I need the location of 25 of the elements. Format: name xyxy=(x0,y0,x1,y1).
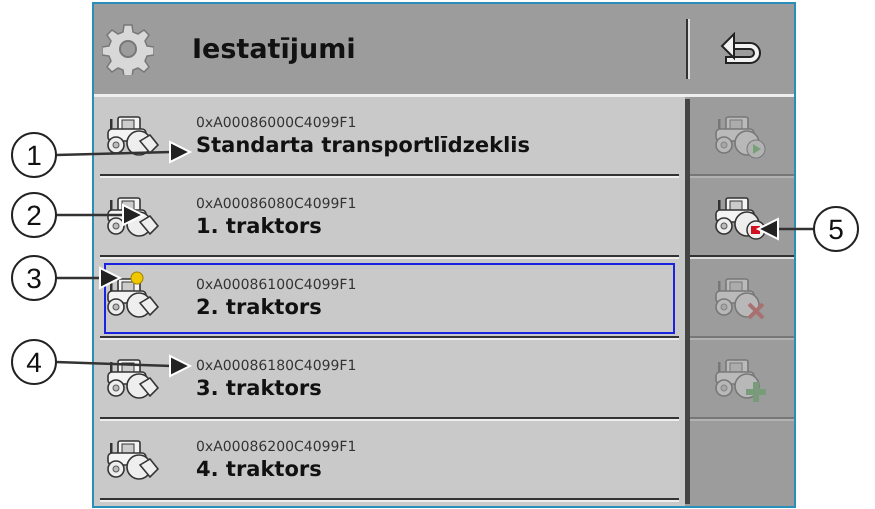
vehicle-row[interactable]: 0xA00086000C4099F1 Standarta transportlīdzeklis xyxy=(100,97,679,176)
callout-number: 2 xyxy=(11,192,57,238)
vehicle-name: 2. traktors xyxy=(196,294,323,318)
vehicle-row[interactable]: 0xA00086180C4099F1 3. traktors xyxy=(100,340,679,419)
gear-icon xyxy=(102,23,154,75)
vehicle-name: Standarta transportlīdzeklis xyxy=(196,132,530,156)
vehicle-name: 3. traktors xyxy=(196,376,323,400)
vehicle-id: 0xA00086080C4099F1 xyxy=(196,196,356,212)
vehicle-row[interactable]: 0xA00086200C4099F1 4. traktors xyxy=(100,421,679,500)
callout-number: 1 xyxy=(11,132,57,178)
vehicle-name: 1. traktors xyxy=(196,214,323,238)
vehicle-row[interactable]: 0xA00086100C4099F1 2. traktors xyxy=(100,259,679,338)
callout-number: 3 xyxy=(11,255,57,301)
vehicle-id: 0xA00086000C4099F1 xyxy=(196,114,358,130)
vehicle-id: 0xA00086200C4099F1 xyxy=(196,438,356,454)
vehicle-id: 0xA00086180C4099F1 xyxy=(196,358,356,374)
vehicle-name: 4. traktors xyxy=(196,456,323,480)
screen-title: Iestatījumi xyxy=(192,34,357,64)
back-icon xyxy=(720,31,764,67)
callout-arrow xyxy=(756,217,814,241)
vehicle-row[interactable]: 0xA00086080C4099F1 1. traktors xyxy=(100,178,679,257)
callout-arrow xyxy=(56,266,122,290)
callout-number: 4 xyxy=(11,339,57,385)
callout-number: 5 xyxy=(813,206,859,252)
vehicle-id: 0xA00086100C4099F1 xyxy=(196,276,356,292)
